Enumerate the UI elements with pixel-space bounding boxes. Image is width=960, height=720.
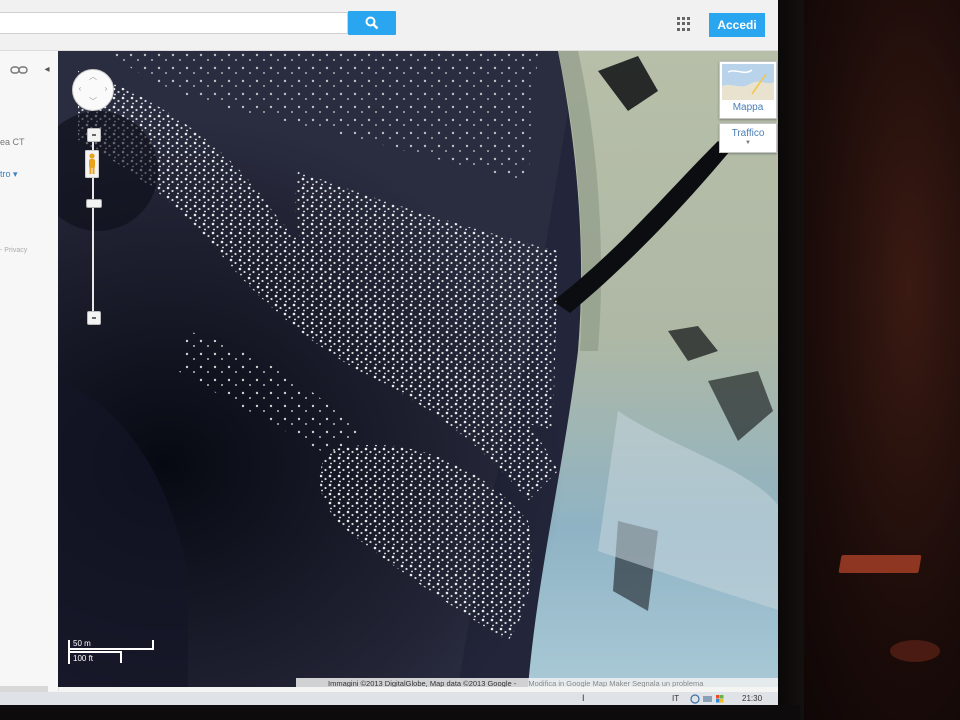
pan-left-icon[interactable]: ‹ [75,84,85,93]
pegman-icon[interactable] [85,150,99,178]
traffic-dropdown[interactable]: Traffico ▼ [719,123,777,153]
room-background [790,0,960,720]
link-icon[interactable] [10,65,28,75]
search-icon [365,16,379,30]
map-type-toggle[interactable]: Mappa [719,61,777,119]
map-attribution: Immagini ©2013 DigitalGlobe, Map data ©2… [296,678,782,687]
map-type-label: Mappa [732,102,764,113]
satellite-imagery [58,51,782,687]
pan-control[interactable]: ︿ ‹ › ﹀ [72,69,114,111]
collapse-icon[interactable]: ◂ [40,61,54,79]
scale-bar: 50 m 100 ft [68,637,158,667]
monitor-bezel-bottom [0,705,800,720]
attribution-text: Immagini ©2013 DigitalGlobe, Map data ©2… [328,679,517,687]
panel-link[interactable]: tro ▾ [0,169,18,180]
monitor-bezel-right [778,0,804,720]
satellite-map[interactable]: ︿ ‹ › ﹀ Mappa Traffico ▼ 50 m 100 ft Imm… [58,51,782,687]
search-input[interactable] [0,12,348,34]
search-button[interactable] [348,11,396,35]
scale-imperial: 100 ft [73,654,94,663]
taskbar-clock: 21:30 [742,694,763,703]
apps-grid-icon[interactable] [677,17,691,31]
traffic-label: Traffico [731,128,765,139]
chevron-down-icon: ▼ [745,140,751,146]
panel-text: ea CT [0,137,25,147]
mouse-cursor-icon: I [582,693,585,703]
pan-up-icon[interactable]: ︿ [88,71,98,82]
attribution-links[interactable]: Modifica in Google Map Maker Segnala un … [528,679,703,687]
system-tray-icons[interactable] [690,694,730,704]
room-light-reflection [838,555,922,573]
zoom-slider-handle[interactable] [86,199,102,208]
room-light-reflection-2 [890,640,940,662]
zoom-out-button[interactable] [87,311,101,325]
top-bar: Accedi [0,0,790,51]
left-panel: ◂ ea CT tro ▾ - Privacy [0,51,59,691]
taskbar: I IT 21:30 [0,692,790,706]
language-indicator[interactable]: IT [672,694,679,703]
pan-right-icon[interactable]: › [101,84,111,93]
scale-metric: 50 m [73,639,91,648]
map-thumbnail-icon [722,64,774,100]
monitor-screen: Accedi ◂ ea CT tro ▾ - Privacy ︿ ‹ › ﹀ M… [0,0,790,706]
signin-button[interactable]: Accedi [709,13,765,37]
pan-down-icon[interactable]: ﹀ [88,96,98,107]
privacy-link[interactable]: - Privacy [0,247,27,254]
zoom-in-button[interactable] [87,128,101,142]
